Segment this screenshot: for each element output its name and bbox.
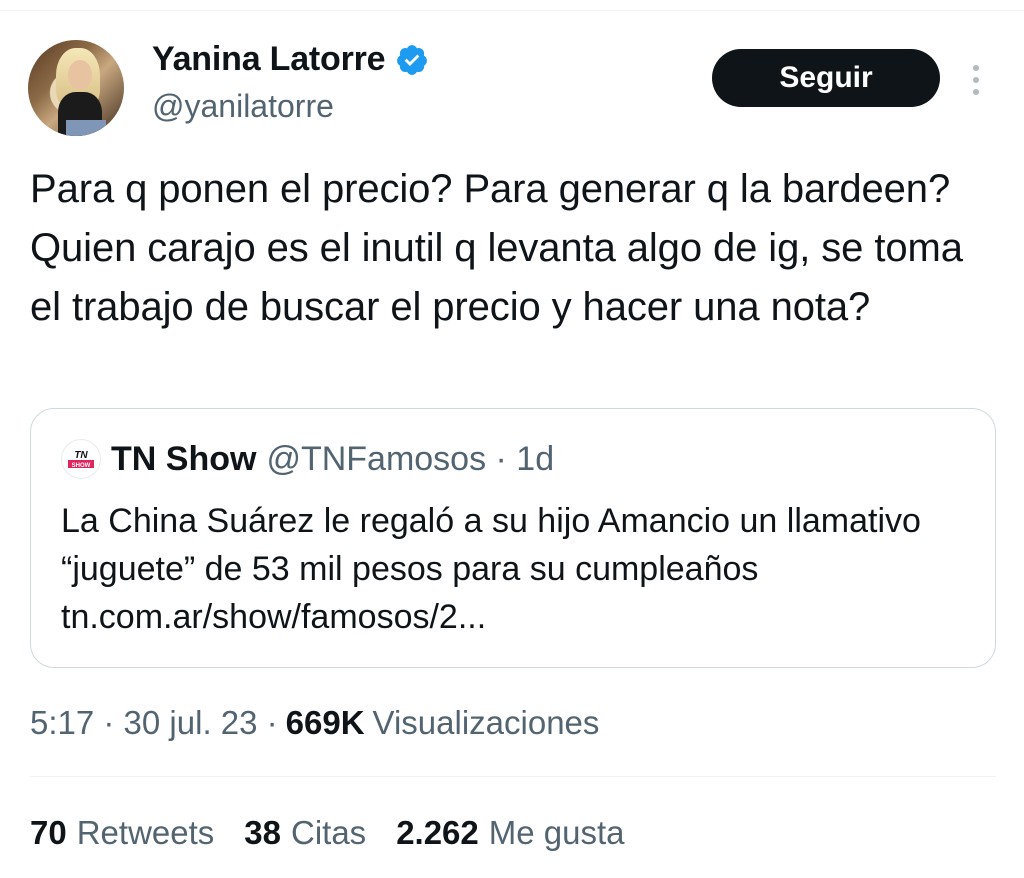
quotes-label: Citas — [291, 814, 367, 851]
more-options-icon[interactable] — [962, 62, 990, 98]
author-handle[interactable]: @yanilatorre — [152, 88, 334, 125]
quotes-stat[interactable]: 38 Citas — [244, 814, 366, 852]
tn-logo-text: TN — [74, 450, 88, 461]
retweets-count: 70 — [30, 814, 67, 851]
quotes-count: 38 — [244, 814, 281, 851]
views-label: Visualizaciones — [372, 704, 600, 741]
retweets-stat[interactable]: 70 Retweets — [30, 814, 214, 852]
tweet-timestamp[interactable]: 5:17 · 30 jul. 23 · — [30, 704, 278, 742]
verified-badge-icon — [397, 44, 428, 75]
author-name-row[interactable]: Yanina Latorre — [152, 40, 429, 79]
tweet-meta-row: 5:17 · 30 jul. 23 · 669K Visualizaciones — [30, 704, 599, 742]
views-count: 669K — [285, 704, 365, 741]
likes-count: 2.262 — [396, 814, 479, 851]
quoted-tweet-card[interactable]: TN SHOW TN Show @TNFamosos · 1d La China… — [30, 408, 996, 668]
likes-stat[interactable]: 2.262 Me gusta — [396, 814, 624, 852]
tn-show-logo-icon: TN SHOW — [68, 450, 94, 469]
avatar-face — [68, 60, 92, 90]
retweets-label: Retweets — [76, 814, 215, 851]
stats-divider — [30, 776, 996, 777]
quoted-tweet-header: TN SHOW TN Show @TNFamosos · 1d — [61, 439, 554, 479]
quoted-author-handle-time: @TNFamosos · 1d — [266, 439, 555, 478]
avatar-jeans — [66, 120, 106, 136]
likes-label: Me gusta — [488, 814, 625, 851]
tn-show-avatar: TN SHOW — [61, 439, 101, 479]
quoted-author-name: TN Show — [111, 439, 257, 478]
tweet-text: Para q ponen el precio? Para generar q l… — [30, 167, 963, 329]
top-divider — [0, 10, 1024, 11]
author-display-name[interactable]: Yanina Latorre — [152, 40, 386, 79]
follow-button[interactable]: Seguir — [712, 49, 940, 107]
engagement-stats: 70 Retweets 38 Citas 2.262 Me gusta — [30, 814, 625, 852]
show-logo-text: SHOW — [72, 463, 91, 469]
author-avatar[interactable] — [28, 40, 124, 136]
quoted-tweet-text: La China Suárez le regaló a su hijo Aman… — [61, 502, 921, 636]
